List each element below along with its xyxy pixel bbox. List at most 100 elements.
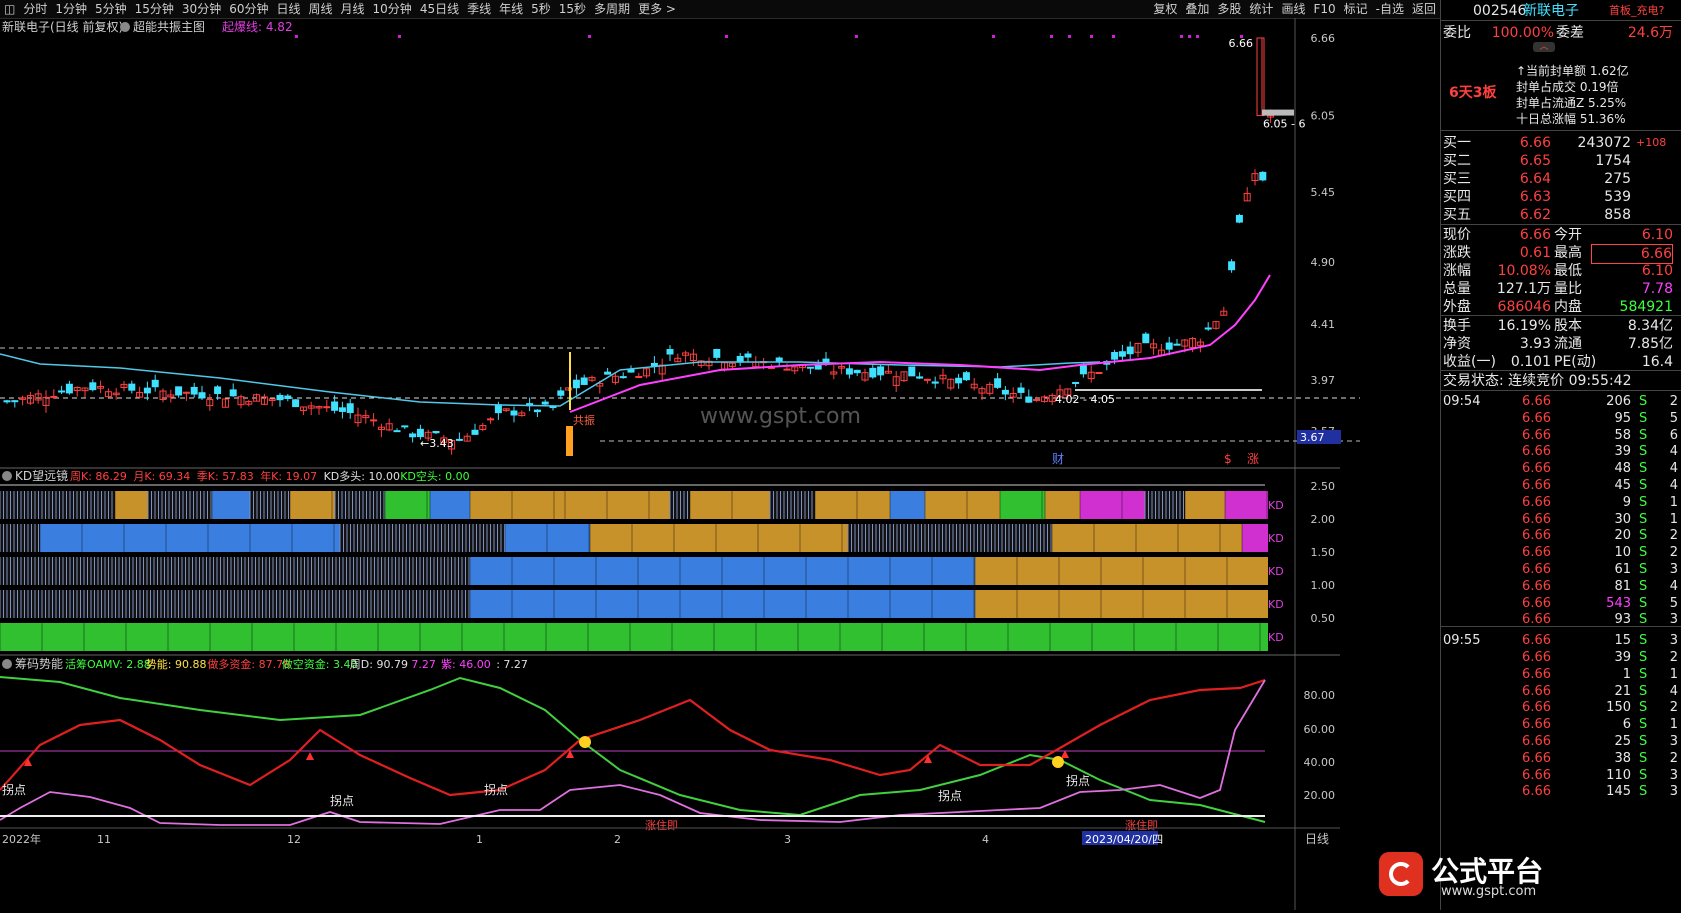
bid-price: 6.65 bbox=[1519, 153, 1551, 169]
tool-button[interactable]: 返回 bbox=[1408, 0, 1440, 18]
stat-value: 7.85亿 bbox=[1627, 336, 1673, 352]
separator bbox=[1441, 315, 1681, 316]
separator bbox=[1441, 370, 1681, 371]
candle-body bbox=[1173, 343, 1181, 346]
layout-icon[interactable]: ◫ bbox=[0, 0, 19, 18]
tick-side: S bbox=[1639, 562, 1648, 577]
stat-value: 3.93 bbox=[1519, 336, 1551, 352]
candle-body bbox=[276, 394, 284, 401]
tick-price: 6.66 bbox=[1522, 717, 1551, 733]
signal-dot bbox=[295, 35, 298, 38]
collapse-button[interactable]: ︿ bbox=[1533, 42, 1555, 52]
kd-tick: 1.50 bbox=[1311, 546, 1336, 559]
kd-segment bbox=[1080, 491, 1145, 519]
panel-row: 涨幅 10.08% 最低 6.10 bbox=[1441, 262, 1681, 280]
panel-row: 交易状态: 连续竞价 09:55:42 bbox=[1441, 372, 1681, 390]
candle-body bbox=[229, 389, 237, 397]
up-arrow-icon bbox=[306, 752, 314, 760]
panel-row: 6.66 110 S 3 bbox=[1441, 767, 1681, 785]
period-tab[interactable]: 5秒 bbox=[527, 0, 555, 18]
panel-row: 6.66 48 S 4 bbox=[1441, 460, 1681, 478]
tool-button[interactable]: -自选 bbox=[1372, 0, 1408, 18]
kd-segment bbox=[690, 491, 770, 519]
tick-count: 3 bbox=[1669, 767, 1678, 783]
kd-segment bbox=[815, 491, 890, 519]
tick-volume: 81 bbox=[1614, 578, 1631, 594]
chip-param: 做空资金: 3.40 bbox=[282, 657, 358, 671]
panel-row: 6.66 150 S 2 bbox=[1441, 699, 1681, 717]
panel-row: 6.66 25 S 3 bbox=[1441, 733, 1681, 751]
period-tab[interactable]: 30分钟 bbox=[178, 0, 225, 18]
period-tab[interactable]: 10分钟 bbox=[369, 0, 416, 18]
stat-value: 16.19% bbox=[1497, 318, 1551, 334]
stat-label: 涨幅 bbox=[1443, 263, 1471, 279]
chart-canvas[interactable]: 新联电子(日线 前复权) 超能共振主图 起爆线: 4.82 6.66 6.05 5.45 4… bbox=[0, 18, 1440, 910]
kd-segment bbox=[890, 491, 925, 519]
period-tab[interactable]: 分时 bbox=[19, 0, 51, 18]
tick-count: 1 bbox=[1669, 717, 1678, 733]
tick-side: S bbox=[1639, 650, 1648, 665]
tick-price: 6.66 bbox=[1522, 410, 1551, 426]
chip-title[interactable]: 筹码势能 bbox=[15, 657, 63, 671]
dollar-marker[interactable]: $ bbox=[1224, 452, 1232, 466]
bid-volume: 539 bbox=[1604, 189, 1631, 205]
candle-body bbox=[994, 378, 1002, 388]
panel-row: 外盘 686046 内盘 584921 bbox=[1441, 298, 1681, 316]
panel-row: 收益(一) 0.101 PE(动) 16.4 bbox=[1441, 353, 1681, 371]
rise-marker[interactable]: 涨 bbox=[1247, 451, 1259, 466]
chip-collapse-icon[interactable] bbox=[2, 659, 12, 669]
period-tab[interactable]: 多周期 bbox=[590, 0, 634, 18]
panel-row: 买三 6.64 275 bbox=[1441, 170, 1681, 188]
kd-row-tag: KD bbox=[1268, 598, 1284, 611]
kd-stripe-bg bbox=[1145, 491, 1185, 519]
kd-segment bbox=[1000, 491, 1045, 519]
tick-volume: 58 bbox=[1614, 427, 1631, 443]
period-tab[interactable]: 45日线 bbox=[416, 0, 463, 18]
period-tab[interactable]: 周线 bbox=[305, 0, 337, 18]
period-tab[interactable]: 日线 bbox=[272, 0, 304, 18]
candle-body bbox=[151, 379, 159, 388]
tool-button[interactable]: 画线 bbox=[1277, 0, 1309, 18]
stat-value: 8.34亿 bbox=[1627, 318, 1673, 334]
panel-row: 总量 127.1万 量比 7.78 bbox=[1441, 280, 1681, 298]
price-tick: 3.97 bbox=[1311, 374, 1336, 387]
kd-collapse-icon[interactable] bbox=[2, 471, 12, 481]
tool-button[interactable]: F10 bbox=[1309, 0, 1339, 18]
kd-segment bbox=[565, 491, 670, 519]
period-tab[interactable]: 季线 bbox=[463, 0, 495, 18]
period-tab[interactable]: 更多 > bbox=[634, 0, 680, 18]
kd-band: KD bbox=[0, 623, 1284, 651]
period-tab[interactable]: 年线 bbox=[495, 0, 527, 18]
period-tab[interactable]: 60分钟 bbox=[225, 0, 272, 18]
candle-body bbox=[393, 430, 401, 433]
candle-body bbox=[580, 377, 588, 385]
stat-label: 净资 bbox=[1443, 336, 1471, 352]
period-tab[interactable]: 15秒 bbox=[555, 0, 590, 18]
stat-label: 最高 bbox=[1554, 245, 1582, 261]
panel-row: 6.66 21 S 4 bbox=[1441, 683, 1681, 701]
tick-volume: 48 bbox=[1614, 461, 1631, 477]
chart-area[interactable]: 新联电子(日线 前复权) 超能共振主图 起爆线: 4.82 6.66 6.05 5.45 4… bbox=[0, 18, 1440, 910]
tick-side: S bbox=[1639, 578, 1648, 594]
indicator-name[interactable]: 超能共振主图 bbox=[133, 19, 205, 34]
tool-button[interactable]: 多股 bbox=[1213, 0, 1245, 18]
period-tab[interactable]: 15分钟 bbox=[131, 0, 178, 18]
chip-tick: 80.00 bbox=[1304, 689, 1336, 702]
indicator-icon[interactable] bbox=[120, 22, 130, 32]
finance-marker[interactable]: 财 bbox=[1052, 452, 1064, 466]
tool-button[interactable]: 统计 bbox=[1245, 0, 1277, 18]
period-tab[interactable]: 1分钟 bbox=[51, 0, 91, 18]
tool-button[interactable]: 标记 bbox=[1340, 0, 1372, 18]
tool-button[interactable]: 叠加 bbox=[1181, 0, 1213, 18]
kd-title[interactable]: KD望远镜 bbox=[15, 468, 68, 483]
signal-dot bbox=[725, 35, 728, 38]
tick-volume: 95 bbox=[1614, 410, 1631, 426]
candle-body bbox=[338, 407, 346, 412]
stat-label: 量比 bbox=[1554, 281, 1582, 297]
period-tab[interactable]: 5分钟 bbox=[91, 0, 131, 18]
tick-price: 6.66 bbox=[1522, 511, 1551, 527]
period-tab[interactable]: 月线 bbox=[337, 0, 369, 18]
candle-body bbox=[89, 382, 97, 391]
kd-row-tag: KD bbox=[1268, 532, 1284, 545]
tool-button[interactable]: 复权 bbox=[1149, 0, 1181, 18]
